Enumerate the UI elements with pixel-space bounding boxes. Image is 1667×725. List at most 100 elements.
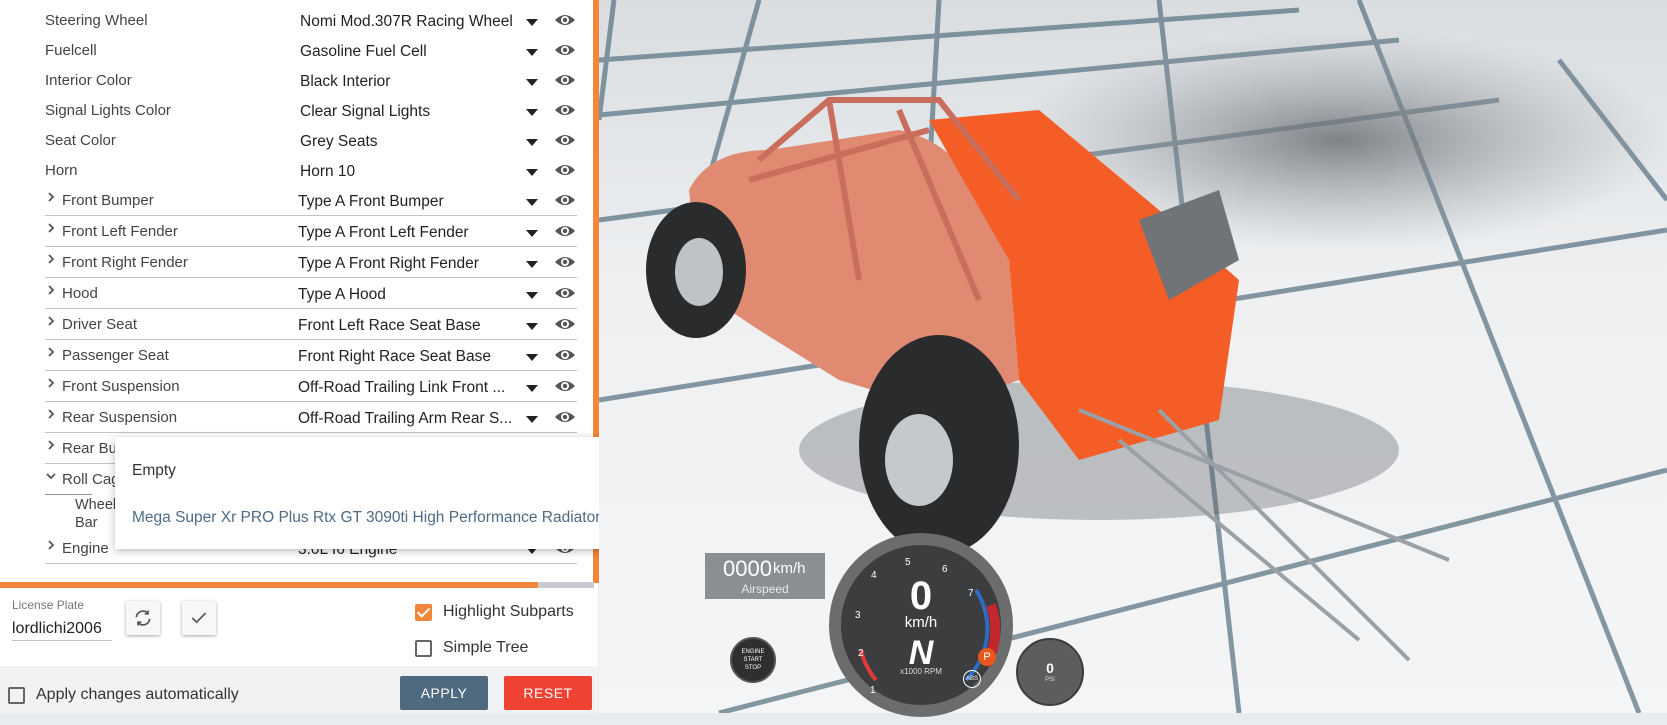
license-plate-input[interactable]: lordlichi2006 [12,620,112,641]
vehicle-3d-viewport[interactable] [599,0,1667,713]
apply-automatically-label: Apply changes automatically [36,686,239,703]
part-select[interactable]: Off-Road Trailing Link Front ... [294,375,550,399]
dropdown-arrow-icon[interactable] [526,292,538,299]
vehicle-config-panel: Steering Wheel Nomi Mod.307R Racing Wheel… [0,0,649,713]
airspeed-readout: 0000 km/h Airspeed [705,553,825,599]
part-select[interactable]: Nomi Mod.307R Racing Wheel [296,9,550,33]
part-select[interactable]: Front Left Race Seat Base [294,313,550,337]
chevron-right-icon[interactable] [44,408,58,424]
eye-icon[interactable] [554,71,576,89]
eye-icon[interactable] [554,346,576,364]
eye-icon[interactable] [554,408,576,426]
part-select[interactable]: Black Interior [296,69,550,93]
chevron-right-icon[interactable] [44,346,58,362]
dropdown-arrow-icon[interactable] [526,354,538,361]
apply-button[interactable]: APPLY [400,676,488,710]
dropdown-arrow-icon[interactable] [526,79,538,86]
dropdown-arrow-icon[interactable] [526,49,538,56]
part-select[interactable]: Clear Signal Lights [296,99,550,123]
simple-tree-label: Simple Tree [443,639,529,656]
row-divider [45,563,577,564]
part-select-value: Nomi Mod.307R Racing Wheel [300,13,513,30]
dropdown-option-radiator[interactable]: Mega Super Xr PRO Plus Rtx GT 3090ti Hig… [132,509,600,527]
part-label: Front Suspension [62,378,180,395]
dropdown-arrow-icon[interactable] [526,230,538,237]
eye-icon[interactable] [554,41,576,59]
eye-icon[interactable] [554,11,576,29]
part-label: Rear Bu [62,440,118,457]
eye-icon[interactable] [554,161,576,179]
part-select[interactable]: Off-Road Trailing Arm Rear S... [294,406,550,430]
part-row[interactable]: Horn Horn 10 [0,156,592,186]
part-label: Steering Wheel [45,12,148,29]
eye-icon[interactable] [554,191,576,209]
dropdown-arrow-icon[interactable] [526,261,538,268]
part-row[interactable]: Front Left Fender Type A Front Left Fende… [0,217,592,247]
part-label: Front Bumper [62,192,154,209]
part-row[interactable]: Interior Color Black Interior [0,66,592,96]
part-select[interactable]: Type A Front Left Fender [294,220,550,244]
part-row[interactable]: Front Suspension Off-Road Trailing Link F… [0,372,592,402]
part-row[interactable]: Hood Type A Hood [0,279,592,309]
part-select-value: Type A Front Bumper [298,193,444,210]
airspeed-unit: km/h [773,560,806,577]
part-select[interactable]: Gasoline Fuel Cell [296,39,550,63]
engine-start-stop-button[interactable]: ENGINE START STOP [730,637,776,683]
chevron-right-icon[interactable] [44,539,58,555]
part-select[interactable]: Type A Front Right Fender [294,251,550,275]
part-select-value: Type A Hood [298,286,386,303]
dropdown-arrow-icon[interactable] [526,416,538,423]
part-row[interactable]: Seat Color Grey Seats [0,126,592,156]
part-select[interactable]: Type A Front Bumper [294,189,550,213]
part-row[interactable]: Driver Seat Front Left Race Seat Base [0,310,592,340]
eye-icon[interactable] [554,315,576,333]
eye-icon[interactable] [554,253,576,271]
psi-value: 0 [1046,660,1054,676]
part-label: Front Right Fender [62,254,188,271]
dropdown-arrow-icon[interactable] [526,169,538,176]
part-select[interactable]: Horn 10 [296,159,550,183]
part-row[interactable]: Steering Wheel Nomi Mod.307R Racing Wheel [0,6,592,36]
part-select[interactable]: Front Right Race Seat Base [294,344,550,368]
dropdown-arrow-icon[interactable] [526,109,538,116]
dropdown-arrow-icon[interactable] [526,385,538,392]
dropdown-arrow-icon[interactable] [526,323,538,330]
part-row[interactable]: Front Right Fender Type A Front Right Fen… [0,248,592,278]
part-select[interactable]: Type A Hood [294,282,550,306]
eye-icon[interactable] [554,131,576,149]
chevron-right-icon[interactable] [44,191,58,207]
chevron-right-icon[interactable] [44,222,58,238]
part-row[interactable]: Passenger Seat Front Right Race Seat Base [0,341,592,371]
row-divider [45,370,577,371]
part-select[interactable]: Grey Seats [296,129,550,153]
eye-icon[interactable] [554,222,576,240]
apply-plate-button[interactable] [182,601,216,635]
dropdown-arrow-icon[interactable] [526,19,538,26]
airspeed-label: Airspeed [741,582,789,596]
chevron-right-icon[interactable] [44,315,58,331]
eye-icon[interactable] [554,284,576,302]
part-row[interactable]: Front Bumper Type A Front Bumper [0,186,592,216]
chevron-right-icon[interactable] [44,284,58,300]
checkbox-checked-icon[interactable] [415,604,432,621]
dropdown-arrow-icon[interactable] [526,139,538,146]
part-select-value: Off-Road Trailing Arm Rear S... [298,410,513,427]
chevron-down-icon[interactable] [44,470,58,486]
part-row[interactable]: Fuelcell Gasoline Fuel Cell [0,36,592,66]
chevron-right-icon[interactable] [44,439,58,455]
speedometer-gauge: 1 2 3 4 5 6 7 0 km/h N x1000 RPM P ABS [826,530,1016,720]
reset-button[interactable]: RESET [504,676,592,710]
checkbox-unchecked-icon[interactable] [415,640,432,657]
checkbox-unchecked-icon[interactable] [8,687,25,704]
dropdown-option-empty[interactable]: Empty [132,462,176,480]
dropdown-arrow-icon[interactable] [526,199,538,206]
eye-icon[interactable] [554,101,576,119]
engine-btn-line3: STOP [744,665,762,671]
randomize-plate-button[interactable] [126,601,160,635]
part-row[interactable]: Signal Lights Color Clear Signal Lights [0,96,592,126]
part-row[interactable]: Rear Suspension Off-Road Trailing Arm Rea… [0,403,592,433]
eye-icon[interactable] [554,377,576,395]
chevron-right-icon[interactable] [44,253,58,269]
chevron-right-icon[interactable] [44,377,58,393]
part-label: Hood [62,285,98,302]
